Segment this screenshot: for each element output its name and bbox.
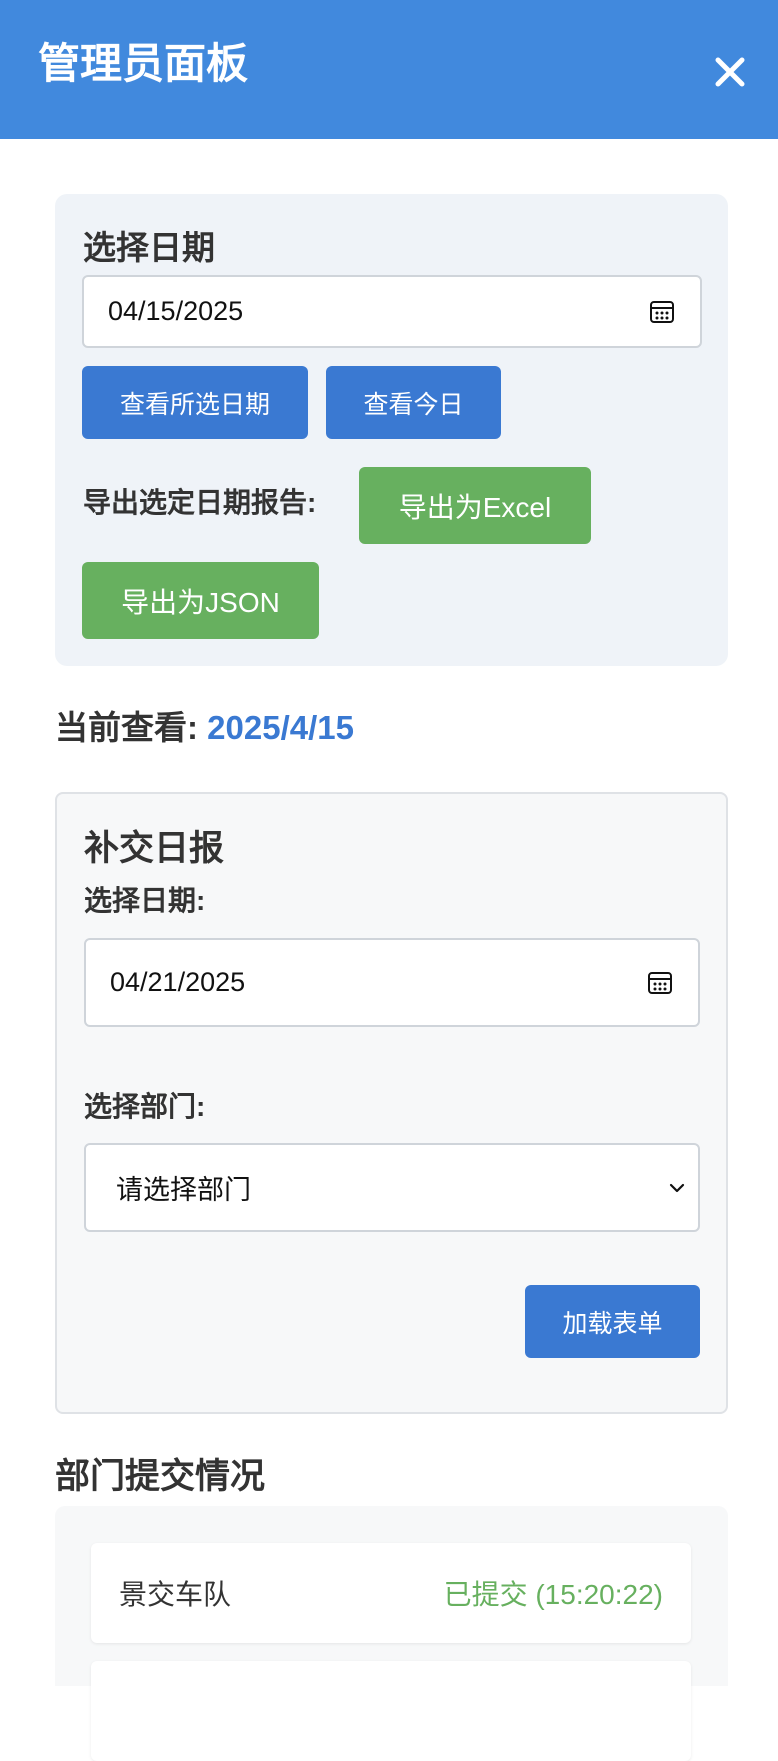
makeup-date-value: 04/21/2025 xyxy=(110,967,246,997)
department-label: 选择部门: xyxy=(84,1091,206,1122)
app-header: 管理员面板 xyxy=(0,0,778,139)
current-view-label: 当前查看: xyxy=(55,709,208,746)
list-item xyxy=(91,1661,691,1761)
chevron-down-icon xyxy=(669,1183,685,1192)
date-picker-input[interactable]: 04/15/2025 xyxy=(82,275,702,348)
close-icon xyxy=(715,57,745,87)
current-view-text: 当前查看: 2025/4/15 xyxy=(55,706,354,750)
department-select[interactable]: 请选择部门 xyxy=(84,1143,700,1232)
close-button[interactable] xyxy=(706,48,754,96)
makeup-date-input[interactable]: 04/21/2025 xyxy=(84,938,700,1027)
department-name: 景交车队 xyxy=(119,1579,232,1610)
load-form-button[interactable]: 加载表单 xyxy=(525,1285,700,1358)
submission-status-title: 部门提交情况 xyxy=(55,1457,266,1496)
current-view-date: 2025/4/15 xyxy=(207,709,354,746)
submission-status: 已提交 (15:20:22) xyxy=(443,1579,663,1610)
date-picker-value: 04/15/2025 xyxy=(108,296,244,326)
list-item: 景交车队 已提交 (15:20:22) xyxy=(91,1543,691,1643)
makeup-report-panel: 补交日报 选择日期: 04/21/2025 选择部门: 请选择部门 加载表单 xyxy=(55,792,728,1414)
export-report-label: 导出选定日期报告: xyxy=(83,487,317,518)
view-selected-date-button[interactable]: 查看所选日期 xyxy=(82,366,308,439)
export-json-button[interactable]: 导出为JSON xyxy=(82,562,319,639)
date-selection-panel: 选择日期 04/15/2025 查看所选日期 查看今日 导出选定日期报告: 导出… xyxy=(55,194,728,666)
calendar-icon[interactable] xyxy=(648,298,676,326)
select-date-label: 选择日期 xyxy=(83,229,215,266)
makeup-date-label: 选择日期: xyxy=(84,885,206,916)
makeup-report-title: 补交日报 xyxy=(84,829,225,868)
calendar-icon[interactable] xyxy=(646,969,674,997)
export-excel-button[interactable]: 导出为Excel xyxy=(359,467,591,544)
department-select-value: 请选择部门 xyxy=(116,1175,251,1205)
view-today-button[interactable]: 查看今日 xyxy=(326,366,501,439)
submission-status-panel: 景交车队 已提交 (15:20:22) xyxy=(55,1506,728,1761)
page-title: 管理员面板 xyxy=(38,40,249,87)
